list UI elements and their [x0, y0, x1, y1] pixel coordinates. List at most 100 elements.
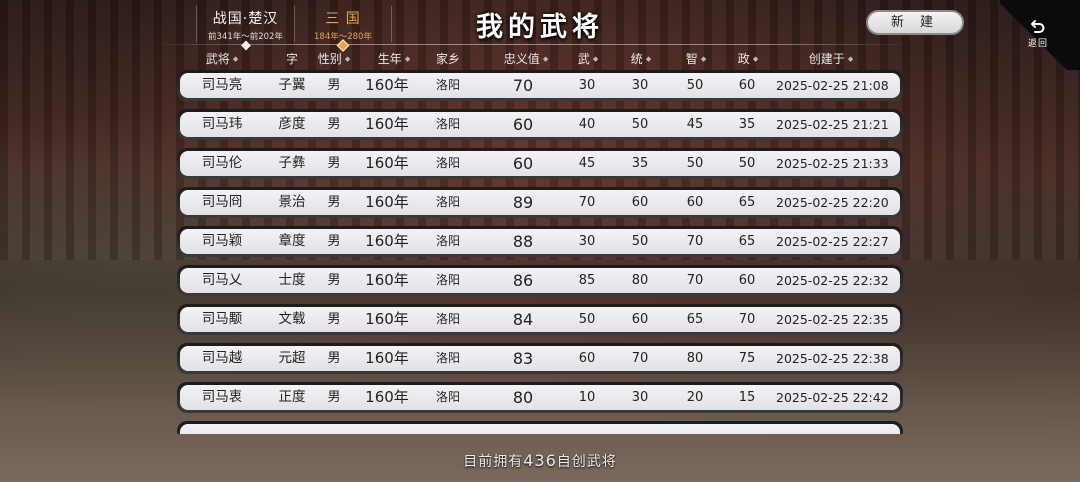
general-row-body: [180, 424, 900, 434]
general-row-body: 司马玮 彦度 男 160年 洛阳 60 40 50 45 35 2025-02-…: [180, 112, 900, 137]
general-created: 2025-02-25 22:42: [776, 390, 889, 405]
general-row-partial[interactable]: [177, 421, 903, 434]
general-row-body: 司马伦 子彝 男 160年 洛阳 60 45 35 50 50 2025-02-…: [180, 151, 900, 176]
general-row-body: 司马乂 士度 男 160年 洛阳 86 85 80 70 60 2025-02-…: [180, 268, 900, 293]
new-general-button[interactable]: 新 建: [866, 10, 964, 35]
column-header-wu[interactable]: 武 ◆: [570, 50, 606, 67]
general-row[interactable]: 司马颖 章度 男 160年 洛阳 88 30 50 70 65 2025-02-…: [177, 226, 903, 257]
general-row[interactable]: 司马伦 子彝 男 160年 洛阳 60 45 35 50 50 2025-02-…: [177, 148, 903, 179]
general-tong: 30: [631, 78, 649, 93]
general-created: 2025-02-25 21:21: [776, 117, 889, 132]
general-zi: 景治: [278, 194, 306, 210]
column-header-sex[interactable]: 性别 ◆: [314, 50, 354, 67]
sort-icon: ◆: [645, 55, 652, 63]
general-loyalty: 60: [512, 154, 534, 173]
general-name: 司马颖: [201, 233, 243, 249]
column-header-birth[interactable]: 生年 ◆: [366, 50, 422, 67]
general-loyalty: 80: [512, 388, 534, 407]
general-zheng: 65: [738, 195, 756, 210]
general-row-body: 司马冏 景治 男 160年 洛阳 89 70 60 60 65 2025-02-…: [180, 190, 900, 215]
column-header-name[interactable]: 武将 ◆: [184, 50, 260, 67]
general-wu: 45: [578, 156, 596, 171]
general-wu: 30: [578, 78, 596, 93]
general-wu: 70: [578, 195, 596, 210]
general-zi: 章度: [278, 233, 306, 249]
sort-icon: ◆: [592, 55, 599, 63]
general-row[interactable]: 司马衷 正度 男 160年 洛阳 80 10 30 20 15 2025-02-…: [177, 382, 903, 413]
general-row[interactable]: 司马乂 士度 男 160年 洛阳 86 85 80 70 60 2025-02-…: [177, 265, 903, 296]
general-row[interactable]: 司马越 元超 男 160年 洛阳 83 60 70 80 75 2025-02-…: [177, 343, 903, 374]
general-sex: 男: [327, 234, 341, 249]
sort-icon: ◆: [542, 55, 549, 63]
general-list[interactable]: 司马亮 子翼 男 160年 洛阳 70 30 30 50 60 2025-02-…: [177, 70, 903, 434]
general-row-body: 司马颖 章度 男 160年 洛阳 88 30 50 70 65 2025-02-…: [180, 229, 900, 254]
general-created: 2025-02-25 22:38: [776, 351, 889, 366]
column-header-home: 家乡: [435, 52, 460, 66]
general-wu: 85: [578, 273, 596, 288]
sort-icon: ◆: [700, 55, 707, 63]
general-zhi: 60: [686, 195, 704, 210]
general-row[interactable]: 司马玮 彦度 男 160年 洛阳 60 40 50 45 35 2025-02-…: [177, 109, 903, 140]
general-name: 司马越: [201, 350, 243, 366]
general-tong: 60: [631, 195, 649, 210]
general-created: 2025-02-25 22:27: [776, 234, 889, 249]
general-tong: 30: [631, 390, 649, 405]
general-row-body: 司马亮 子翼 男 160年 洛阳 70 30 30 50 60 2025-02-…: [180, 73, 900, 98]
general-zheng: 50: [738, 156, 756, 171]
general-zheng: 70: [738, 312, 756, 327]
back-label: 返回: [1027, 39, 1048, 49]
general-birth: 160年: [365, 232, 409, 250]
general-zheng: 15: [738, 390, 756, 405]
general-loyalty: 86: [512, 271, 534, 290]
sort-icon: ◆: [752, 55, 759, 63]
general-home: 洛阳: [435, 117, 460, 131]
general-birth: 160年: [365, 76, 409, 94]
general-tong: 80: [631, 273, 649, 288]
column-header-zhi[interactable]: 智 ◆: [678, 50, 714, 67]
general-home: 洛阳: [435, 78, 460, 92]
general-row-body: 司马越 元超 男 160年 洛阳 83 60 70 80 75 2025-02-…: [180, 346, 900, 371]
column-header-loyalty[interactable]: 忠义值 ◆: [494, 50, 558, 67]
general-zheng: 60: [738, 273, 756, 288]
general-zhi: 70: [686, 234, 704, 249]
general-zi: 士度: [278, 272, 306, 288]
general-loyalty: 60: [512, 115, 534, 134]
general-sex: 男: [327, 351, 341, 366]
general-row[interactable]: 司马冏 景治 男 160年 洛阳 89 70 60 60 65 2025-02-…: [177, 187, 903, 218]
general-birth: 160年: [365, 154, 409, 172]
general-zi: 子翼: [278, 77, 306, 93]
general-row[interactable]: 司马亮 子翼 男 160年 洛阳 70 30 30 50 60 2025-02-…: [177, 70, 903, 101]
general-zi: 子彝: [278, 155, 306, 171]
column-header-tong[interactable]: 统 ◆: [623, 50, 659, 67]
column-header-created[interactable]: 创建于 ◆: [796, 50, 866, 67]
column-header-zheng[interactable]: 政 ◆: [730, 50, 766, 67]
general-name: 司马衷: [201, 389, 243, 405]
general-sex: 男: [327, 156, 341, 171]
general-name: 司马亮: [201, 77, 243, 93]
general-row[interactable]: 司马颙 文载 男 160年 洛阳 84 50 60 65 70 2025-02-…: [177, 304, 903, 335]
general-zi: 元超: [278, 350, 306, 366]
general-sex: 男: [327, 78, 341, 93]
back-button[interactable]: 返回: [1022, 18, 1054, 52]
general-birth: 160年: [365, 115, 409, 133]
general-zheng: 75: [738, 351, 756, 366]
general-tong: 50: [631, 117, 649, 132]
general-home: 洛阳: [435, 312, 460, 326]
general-loyalty: 88: [512, 232, 534, 251]
general-loyalty: 89: [512, 193, 534, 212]
general-zheng: 35: [738, 117, 756, 132]
general-sex: 男: [327, 390, 341, 405]
general-zi: 彦度: [278, 116, 306, 132]
general-tong: 60: [631, 312, 649, 327]
general-birth: 160年: [365, 349, 409, 367]
general-name: 司马玮: [201, 116, 243, 132]
general-row-body: 司马衷 正度 男 160年 洛阳 80 10 30 20 15 2025-02-…: [180, 385, 900, 410]
general-sex: 男: [327, 273, 341, 288]
general-zheng: 65: [738, 234, 756, 249]
general-zi: 文载: [278, 311, 306, 327]
general-created: 2025-02-25 22:20: [776, 195, 889, 210]
general-created: 2025-02-25 21:08: [776, 78, 889, 93]
general-birth: 160年: [365, 388, 409, 406]
general-birth: 160年: [365, 310, 409, 328]
sort-icon: ◆: [344, 55, 351, 63]
